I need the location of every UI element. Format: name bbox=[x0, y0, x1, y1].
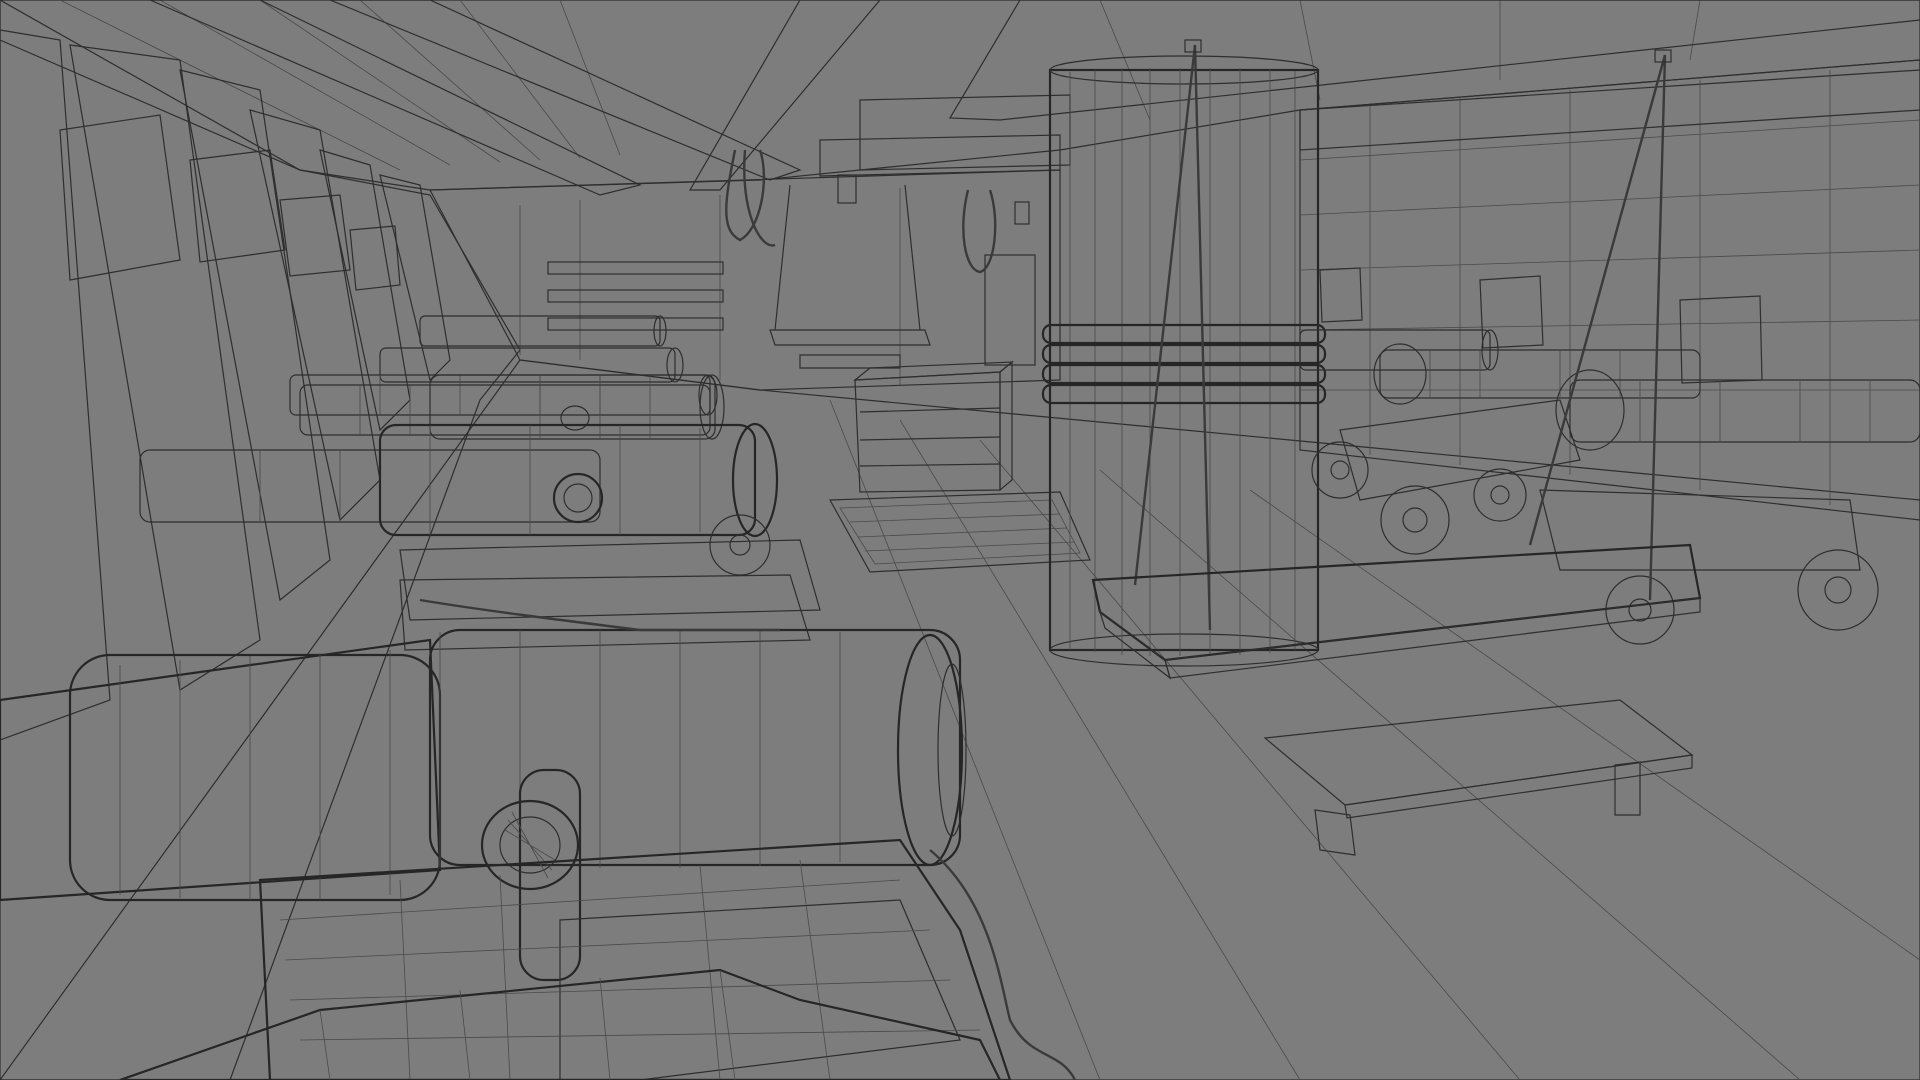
right-wall-band bbox=[1299, 59, 1920, 151]
ship-gun-deck-render bbox=[0, 0, 1920, 1080]
rear-hanging-bench bbox=[769, 184, 931, 369]
cannon-left-3 bbox=[289, 374, 718, 416]
back-door bbox=[984, 254, 1036, 366]
hull-wall-right-seams bbox=[1299, 70, 1920, 505]
hull-wall-right bbox=[1299, 59, 1920, 521]
3d-viewport[interactable] bbox=[0, 0, 1920, 1080]
cannon-left-5 bbox=[419, 315, 667, 347]
hanging-table bbox=[1091, 39, 1702, 680]
gun-ports-right bbox=[1319, 267, 1763, 384]
crate bbox=[853, 360, 1014, 493]
cannon-right-near bbox=[1539, 369, 1920, 645]
back-shelf bbox=[547, 261, 724, 331]
ceiling-planks bbox=[59, 0, 1701, 171]
cannon-foreground bbox=[0, 628, 1077, 1080]
deck-bench bbox=[1263, 699, 1694, 856]
lantern-icon bbox=[837, 174, 1030, 225]
cannon-left-2 bbox=[299, 374, 725, 440]
cannon-left-4 bbox=[379, 347, 684, 383]
hull-wall-left bbox=[0, 0, 521, 1080]
ceiling bbox=[0, 0, 1920, 191]
cannon-left-1 bbox=[139, 422, 821, 651]
gun-ports-left bbox=[59, 114, 401, 291]
cannon-right-far bbox=[1299, 329, 1499, 499]
cannon-right-mid bbox=[1339, 343, 1701, 555]
